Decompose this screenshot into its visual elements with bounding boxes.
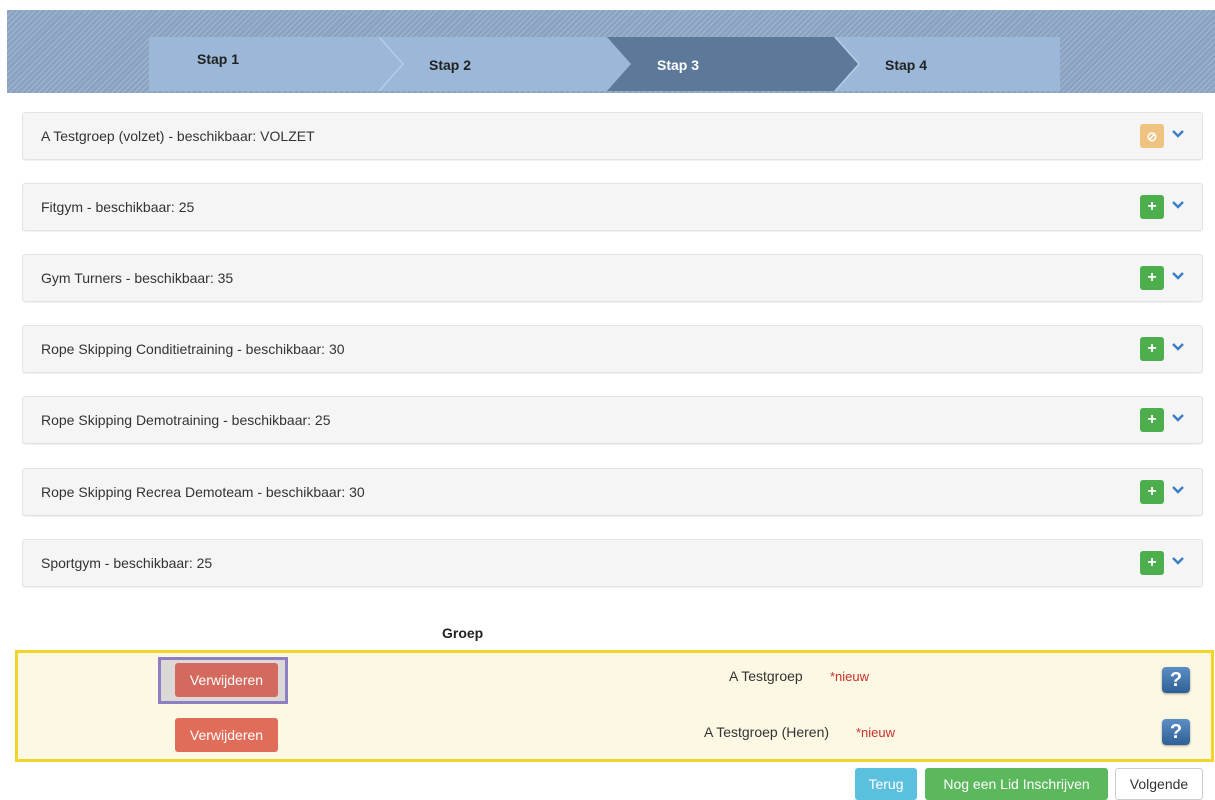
register-another-button[interactable]: Nog een Lid Inschrijven — [925, 768, 1108, 800]
group-panel[interactable]: Gym Turners - beschikbaar: 35 + — [22, 254, 1203, 302]
group-title: Rope Skipping Demotraining - beschikbaar… — [41, 412, 331, 428]
chevron-down-icon[interactable] — [1171, 554, 1185, 568]
step-2[interactable]: Stap 2 — [379, 37, 607, 91]
plus-icon[interactable]: + — [1140, 551, 1164, 575]
chevron-down-icon[interactable] — [1171, 411, 1185, 425]
group-title: Rope Skipping Conditietraining - beschik… — [41, 341, 345, 357]
group-title: Rope Skipping Recrea Demoteam - beschikb… — [41, 484, 365, 500]
group-name: A Testgroep — [729, 668, 803, 684]
new-tag: *nieuw — [830, 669, 870, 684]
chevron-down-icon[interactable] — [1171, 269, 1185, 283]
group-panel[interactable]: Rope Skipping Demotraining - beschikbaar… — [22, 396, 1203, 444]
step-4[interactable]: Stap 4 — [835, 37, 1060, 91]
chevron-down-icon[interactable] — [1171, 483, 1185, 497]
step-label: Stap 1 — [197, 51, 240, 67]
table-row: Verwijderen A Testgroep (Heren) *nieuw ? — [18, 707, 1211, 757]
group-panel[interactable]: Rope Skipping Recrea Demoteam - beschikb… — [22, 468, 1203, 516]
plus-icon[interactable]: + — [1140, 408, 1164, 432]
step-3-active[interactable]: Stap 3 — [607, 37, 835, 91]
group-name: A Testgroep (Heren) — [704, 724, 830, 740]
group-panel[interactable]: Fitgym - beschikbaar: 25 + — [22, 183, 1203, 231]
groep-column-header: Groep — [442, 625, 484, 641]
chevron-down-icon[interactable] — [1171, 198, 1185, 212]
next-button[interactable]: Volgende — [1115, 768, 1203, 800]
chevron-down-icon[interactable] — [1171, 127, 1185, 141]
step-indicator: Stap 1 Stap 2 Stap 3 Stap 4 — [149, 37, 1060, 91]
step-1[interactable]: Stap 1 — [149, 37, 379, 91]
plus-icon[interactable]: + — [1140, 480, 1164, 504]
selected-groups-table: Verwijderen A Testgroep *nieuw ? Verwijd… — [15, 650, 1214, 762]
help-icon[interactable]: ? — [1162, 719, 1190, 745]
group-title: Sportgym - beschikbaar: 25 — [41, 555, 213, 571]
back-button[interactable]: Terug — [855, 768, 917, 800]
group-title: Gym Turners - beschikbaar: 35 — [41, 270, 234, 286]
step-label: Stap 3 — [657, 57, 700, 73]
chevron-down-icon[interactable] — [1171, 340, 1185, 354]
group-panel[interactable]: A Testgroep (volzet) - beschikbaar: VOLZ… — [22, 112, 1203, 160]
remove-button[interactable]: Verwijderen — [175, 718, 278, 752]
help-icon[interactable]: ? — [1162, 667, 1190, 693]
remove-button[interactable]: Verwijderen — [175, 663, 278, 697]
new-tag: *nieuw — [856, 725, 896, 740]
group-panel[interactable]: Rope Skipping Conditietraining - beschik… — [22, 325, 1203, 373]
group-title: A Testgroep (volzet) - beschikbaar: VOLZ… — [41, 128, 315, 144]
step-label: Stap 4 — [885, 57, 928, 73]
group-title: Fitgym - beschikbaar: 25 — [41, 199, 195, 215]
plus-icon[interactable]: + — [1140, 337, 1164, 361]
ban-icon[interactable]: ⊘ — [1140, 124, 1164, 148]
step-label: Stap 2 — [429, 57, 472, 73]
plus-icon[interactable]: + — [1140, 195, 1164, 219]
plus-icon[interactable]: + — [1140, 266, 1164, 290]
group-panel[interactable]: Sportgym - beschikbaar: 25 + — [22, 539, 1203, 587]
stepper-banner: Stap 1 Stap 2 Stap 3 Stap 4 — [7, 10, 1215, 93]
table-row: Verwijderen A Testgroep *nieuw ? — [18, 655, 1211, 705]
